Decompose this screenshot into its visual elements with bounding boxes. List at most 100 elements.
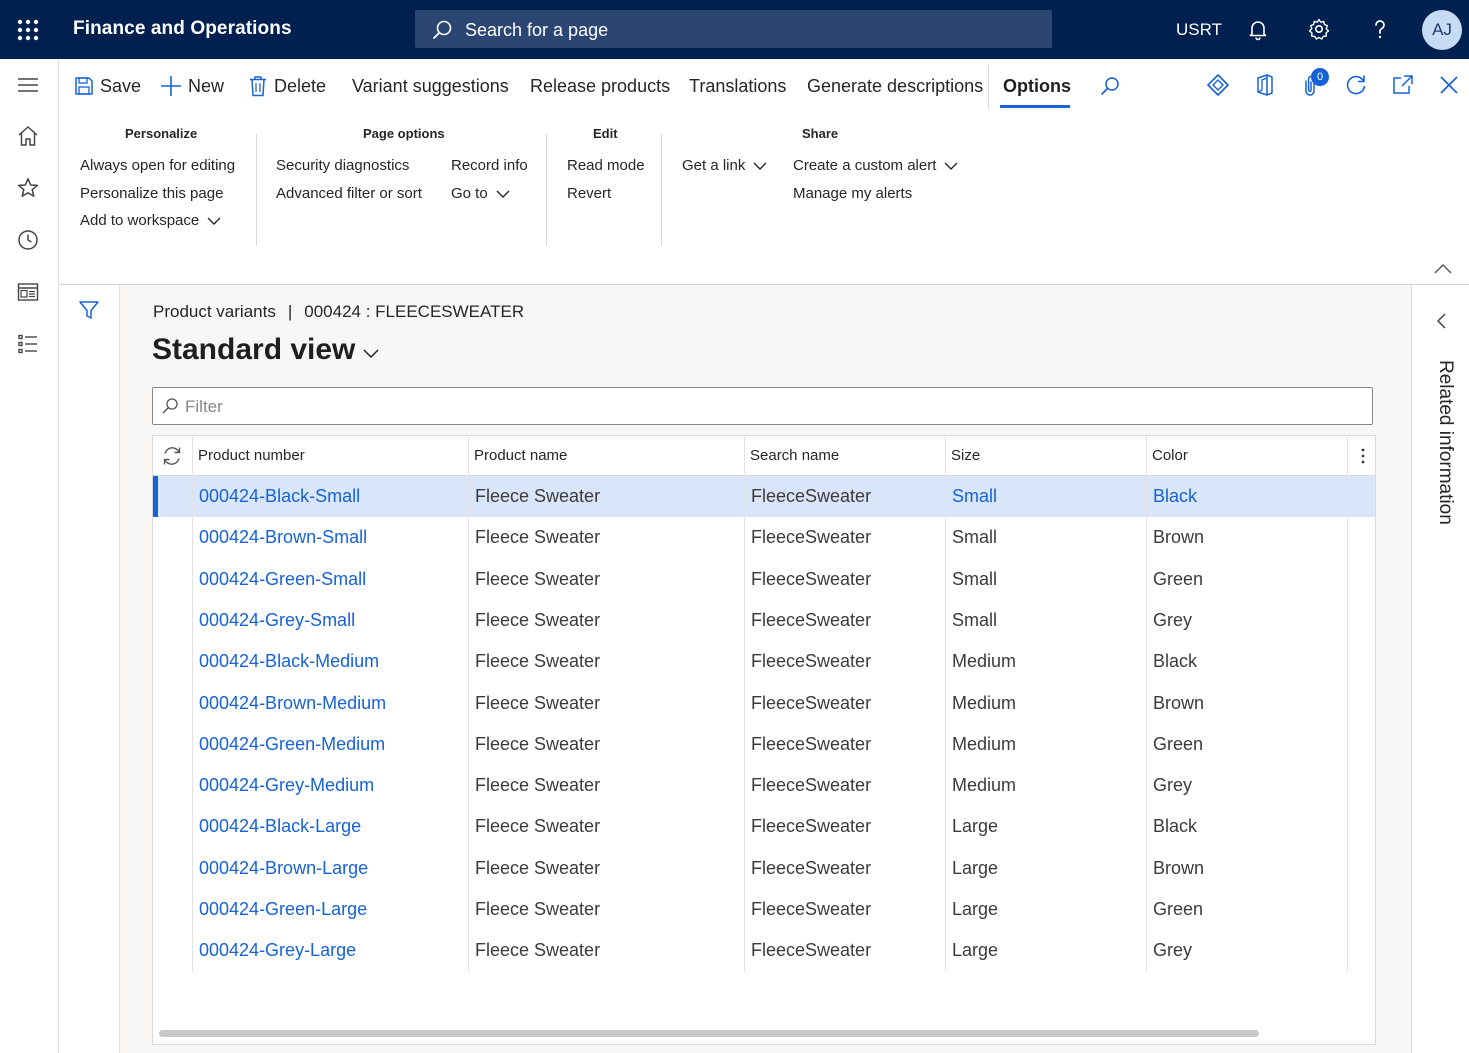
table-row[interactable]: 000424-Black-Large Fleece Sweater FleeceSw… [153,806,1375,847]
cell-product-number[interactable]: 000424-Green-Small [192,559,468,600]
more-options-icon[interactable] [1353,446,1373,466]
group-title-edit: Edit [593,126,618,141]
cell-color: Black [1153,486,1198,506]
cell-product-number[interactable]: 000424-Brown-Medium [192,683,468,724]
bell-icon[interactable] [1246,17,1270,41]
refresh-grid-icon[interactable] [161,445,183,467]
table-row[interactable]: 000424-Black-Medium Fleece Sweater FleeceS… [153,641,1375,682]
table-row[interactable]: 000424-Brown-Medium Fleece Sweater FleeceS… [153,683,1375,724]
delete-label: Delete [274,75,327,96]
column-header-size[interactable]: Size [945,436,1146,476]
list-icon[interactable] [16,332,40,356]
refresh-icon[interactable] [1343,72,1369,98]
chevron-up-icon[interactable] [1433,259,1453,279]
horizontal-scrollbar[interactable] [159,1030,1259,1037]
star-icon[interactable] [16,176,40,200]
always-open-for-editing-button[interactable]: Always open for editing [80,157,235,174]
table-row[interactable]: 000424-Green-Medium Fleece Sweater FleeceS… [153,724,1375,765]
chevron-down-icon [753,162,767,170]
tab-separator [988,65,989,109]
cell-product-number[interactable]: 000424-Black-Small [192,476,468,517]
cell-color: Brown [1153,692,1205,713]
read-mode-button[interactable]: Read mode [567,157,645,174]
office-icon[interactable] [1252,72,1278,98]
table-row[interactable]: 000424-Green-Small Fleece Sweater FleeceSw… [153,559,1375,600]
cell-search-name: FleeceSweater [751,899,872,919]
new-button[interactable]: New [160,73,224,99]
table-row[interactable]: 000424-Brown-Large Fleece Sweater FleeceSw… [153,848,1375,889]
filter-icon[interactable] [78,299,100,321]
personalize-this-page-button[interactable]: Personalize this page [80,185,223,202]
search-page-box[interactable]: Search for a page [415,10,1052,48]
cell-color: Green [1153,899,1204,919]
get-a-link-button[interactable]: Get a link [682,157,767,174]
get-a-link-label: Get a link [682,157,746,174]
column-header-color[interactable]: Color [1146,436,1346,476]
cell-product-number[interactable]: 000424-Grey-Small [192,600,468,641]
company-picker[interactable]: USRT [1176,20,1222,40]
delete-button[interactable]: Delete [248,73,326,99]
view-selector[interactable]: Standard view [152,333,379,367]
cell-product-name: Fleece Sweater [475,733,601,754]
release-products-button[interactable]: Release products [530,73,670,99]
variant-suggestions-button[interactable]: Variant suggestions [352,73,509,99]
save-button[interactable]: Save [74,73,141,99]
hamburger-icon[interactable] [16,73,40,97]
chevron-left-icon[interactable] [1432,311,1452,331]
cell-search-name: FleeceSweater [751,609,872,630]
home-icon[interactable] [16,124,40,148]
cell-product-number[interactable]: 000424-Green-Medium [192,724,468,765]
cell-product-number[interactable]: 000424-Black-Medium [192,641,468,682]
group-title-page-options: Page options [363,126,445,141]
cell-product-number[interactable]: 000424-Grey-Medium [192,765,468,806]
security-diagnostics-button[interactable]: Security diagnostics [276,157,409,174]
revert-button[interactable]: Revert [567,185,611,202]
help-icon[interactable] [1368,17,1392,41]
cell-size: Small [952,486,998,506]
create-custom-alert-label: Create a custom alert [793,157,937,174]
table-row[interactable]: 000424-Black-Small Fleece Sweater FleeceSw… [153,476,1375,517]
cell-size: Large [952,940,999,961]
filter-input[interactable] [185,395,1365,419]
cell-color: Grey [1153,609,1193,630]
workspace-icon[interactable] [16,280,40,304]
column-header-product-name[interactable]: Product name [468,436,744,476]
app-launcher-icon[interactable] [14,16,42,44]
go-to-button[interactable]: Go to [451,185,510,202]
app-title[interactable]: Finance and Operations [73,18,292,40]
cell-color: Brown [1153,857,1205,878]
cell-product-number[interactable]: 000424-Green-Large [192,889,468,930]
cell-product-number[interactable]: 000424-Black-Large [192,806,468,847]
open-new-window-icon[interactable] [1390,72,1416,98]
cell-product-number[interactable]: 000424-Brown-Small [192,517,468,558]
action-search-icon[interactable] [1099,75,1121,97]
translations-button[interactable]: Translations [689,73,786,99]
close-icon[interactable] [1436,72,1462,98]
generate-descriptions-button[interactable]: Generate descriptions [807,73,983,99]
record-info-button[interactable]: Record info [451,157,528,174]
table-row[interactable]: 000424-Grey-Small Fleece Sweater FleeceSwe… [153,600,1375,641]
table-row[interactable]: 000424-Brown-Small Fleece Sweater FleeceSw… [153,517,1375,558]
related-information-pane[interactable]: Related information [1411,285,1469,1053]
avatar[interactable]: AJ [1422,10,1462,50]
cell-product-number[interactable]: 000424-Brown-Large [192,848,468,889]
tab-options[interactable]: Options [1003,73,1071,99]
create-custom-alert-button[interactable]: Create a custom alert [793,157,958,174]
cell-search-name: FleeceSweater [751,651,872,672]
manage-my-alerts-button[interactable]: Manage my alerts [793,185,912,202]
filter-box[interactable] [152,387,1373,425]
table-row[interactable]: 000424-Grey-Medium Fleece Sweater FleeceSw… [153,765,1375,806]
table-row[interactable]: 000424-Grey-Large Fleece Sweater FleeceSwe… [153,930,1375,971]
advanced-filter-or-sort-button[interactable]: Advanced filter or sort [276,185,422,202]
breadcrumb-separator: | [287,302,293,321]
column-header-product-number[interactable]: Product number [192,436,468,476]
cell-product-number[interactable]: 000424-Grey-Large [192,930,468,971]
column-header-search-name[interactable]: Search name [744,436,945,476]
related-information-label: Related information [1435,360,1456,525]
gear-icon[interactable] [1307,17,1331,41]
clock-icon[interactable] [16,228,40,252]
add-to-workspace-label: Add to workspace [80,212,200,229]
add-to-workspace-button[interactable]: Add to workspace [80,212,221,229]
power-apps-icon[interactable] [1205,72,1231,98]
table-row[interactable]: 000424-Green-Large Fleece Sweater FleeceSw… [153,889,1375,930]
